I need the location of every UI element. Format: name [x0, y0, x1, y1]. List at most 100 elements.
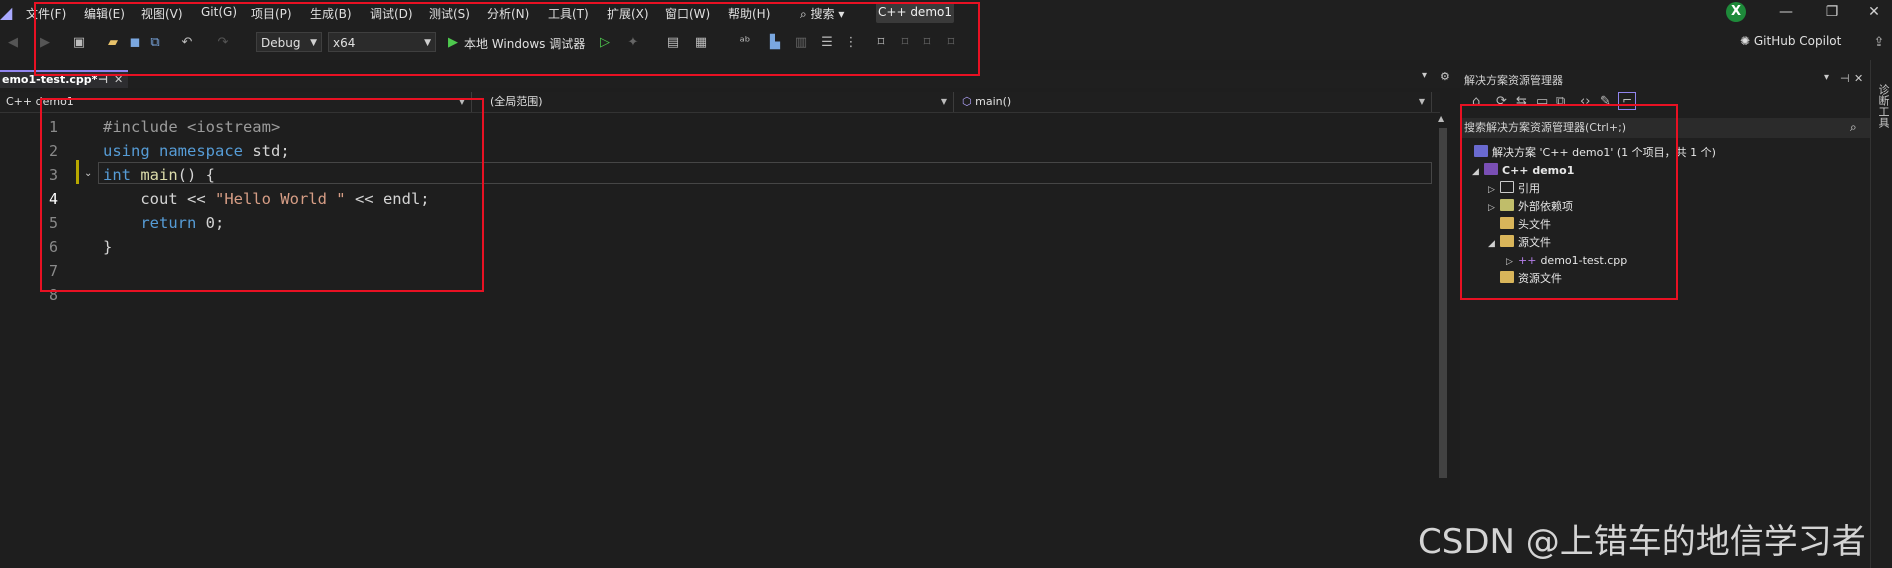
sync-icon[interactable]: ⇆: [1516, 94, 1527, 109]
menu-build[interactable]: 生成(B): [310, 5, 352, 22]
forward-icon[interactable]: ▶: [36, 34, 54, 52]
step-icon[interactable]: ▙: [766, 34, 784, 52]
menu-window[interactable]: 窗口(W): [665, 5, 710, 22]
menu-project[interactable]: 项目(P): [251, 5, 292, 22]
fold-chevron-icon[interactable]: ⌄: [84, 168, 92, 179]
expand-arrow-icon[interactable]: ◢: [1488, 235, 1500, 253]
back-icon[interactable]: ◀: [4, 34, 22, 52]
search-menu[interactable]: ⌕ 搜索 ▾: [800, 5, 844, 22]
layout-icon[interactable]: ▦: [692, 34, 710, 52]
menu-extensions[interactable]: 扩展(X): [607, 5, 649, 22]
start-without-debug-icon[interactable]: ▷: [596, 34, 614, 52]
hot-reload-icon[interactable]: ✦: [624, 34, 642, 52]
menu-analyze[interactable]: 分析(N): [487, 5, 529, 22]
menu-help[interactable]: 帮助(H): [728, 5, 770, 22]
configuration-dropdown[interactable]: Debug ▼: [256, 32, 322, 52]
save-all-icon[interactable]: ⧉: [146, 34, 164, 52]
bookmark-icon[interactable]: ⌑: [872, 34, 890, 52]
menu-view[interactable]: 视图(V): [141, 5, 183, 22]
tree-item-solution[interactable]: 解决方案 'C++ demo1' (1 个项目，共 1 个): [1474, 144, 1716, 162]
collapsed-arrow-icon[interactable]: ▷: [1488, 181, 1500, 199]
scrollbar-thumb[interactable]: [1439, 128, 1447, 478]
settings-gear-icon[interactable]: ⚙: [1440, 70, 1450, 83]
solution-config-icon[interactable]: ▤: [664, 34, 682, 52]
pin-icon[interactable]: ⊣: [98, 72, 108, 87]
menu-git[interactable]: Git(G): [201, 5, 237, 19]
menu-edit[interactable]: 编辑(E): [84, 5, 125, 22]
search-icon[interactable]: ⌕: [1850, 120, 1857, 135]
run-target-label[interactable]: 本地 Windows 调试器: [464, 35, 585, 52]
start-debug-icon[interactable]: ▶: [444, 34, 462, 52]
code-editor[interactable]: 1 2 3 4 5 6 7 8 ⌄ #include <iostream> us…: [0, 114, 1436, 568]
minimize-icon[interactable]: —: [1774, 3, 1798, 21]
collapsed-arrow-icon[interactable]: ▷: [1488, 199, 1500, 217]
open-file-icon[interactable]: ▰: [104, 34, 122, 52]
undo-icon[interactable]: ↶: [178, 34, 196, 52]
external-deps-label: 外部依赖项: [1518, 200, 1573, 213]
breakpoint-window-icon[interactable]: ▥: [792, 34, 810, 52]
next-bookmark-icon[interactable]: ⌑: [918, 34, 936, 52]
external-deps-icon: [1500, 199, 1514, 211]
member-dropdown[interactable]: ⬡ main() ▼: [956, 92, 1432, 112]
show-all-files-icon[interactable]: ⧉: [1556, 94, 1565, 109]
line-number: 5: [48, 214, 58, 232]
account-avatar[interactable]: X: [1726, 2, 1746, 22]
folder-icon: [1500, 235, 1514, 247]
scope-dropdown[interactable]: (全局范围) ▼: [484, 92, 954, 112]
line-number: 6: [48, 238, 58, 256]
solution-name-badge: C++ demo1: [876, 2, 954, 23]
menu-test[interactable]: 测试(S): [429, 5, 470, 22]
github-copilot-button[interactable]: ✺ GitHub Copilot: [1740, 34, 1841, 48]
redo-icon[interactable]: ↷: [214, 34, 232, 52]
line-number: 3: [48, 166, 58, 184]
share-icon[interactable]: ⇪: [1870, 34, 1888, 52]
menu-file[interactable]: 文件(F): [26, 5, 66, 22]
editor-vertical-scrollbar[interactable]: ▲: [1436, 114, 1450, 568]
collapsed-arrow-icon[interactable]: ▷: [1506, 253, 1518, 271]
comment-icon[interactable]: ☰: [818, 34, 836, 52]
preview-selected-icon[interactable]: ⌐: [1618, 92, 1636, 110]
uncomment-icon[interactable]: ⋮: [842, 34, 860, 52]
project-dropdown[interactable]: C++ demo1 ▼: [0, 92, 472, 112]
switch-views-icon[interactable]: ⟳: [1496, 94, 1507, 109]
diagnostic-tools-strip[interactable]: 诊断工具: [1870, 60, 1892, 568]
spell-check-icon[interactable]: ᵃᵇ: [736, 34, 754, 52]
tree-item-demo1-test-cpp[interactable]: ▷ ++ demo1-test.cpp: [1506, 252, 1627, 270]
tree-item-external-deps[interactable]: ▷ 外部依赖项: [1488, 198, 1573, 216]
properties-wrench-icon[interactable]: ✎: [1600, 94, 1611, 109]
prev-bookmark-icon[interactable]: ⌑: [896, 34, 914, 52]
new-project-icon[interactable]: ▣: [70, 34, 88, 52]
expand-arrow-icon[interactable]: ◢: [1472, 163, 1484, 181]
solution-search-input[interactable]: 搜索解决方案资源管理器(Ctrl+;): [1460, 118, 1872, 138]
panel-menu-icon[interactable]: ▾: [1824, 72, 1829, 83]
tree-item-source-files[interactable]: ◢ 源文件: [1488, 234, 1551, 252]
chevron-down-icon: ▼: [458, 97, 465, 106]
tab-list-dropdown-icon[interactable]: ▾: [1422, 70, 1427, 81]
standard-toolbar: ◀ ▶ ▣ ▰ ◼ ⧉ ↶ ↷ Debug ▼ x64 ▼ ▶ 本地 Windows…: [0, 26, 1892, 60]
preview-icon[interactable]: ‹›: [1580, 94, 1590, 109]
menu-debug[interactable]: 调试(D): [370, 5, 413, 22]
cpp-file-icon: ++: [1518, 254, 1537, 267]
close-window-icon[interactable]: ✕: [1862, 3, 1886, 21]
save-icon[interactable]: ◼: [126, 34, 144, 52]
close-icon[interactable]: ✕: [1854, 72, 1863, 85]
home-icon[interactable]: ⌂: [1472, 94, 1480, 109]
tree-item-header-files[interactable]: 头文件: [1500, 216, 1551, 234]
current-line-highlight: [98, 162, 1432, 184]
collapse-all-icon[interactable]: ▭: [1536, 94, 1548, 109]
pin-icon[interactable]: ⊣: [1840, 72, 1850, 85]
close-icon[interactable]: ✕: [114, 72, 123, 87]
restore-icon[interactable]: ❐: [1820, 3, 1844, 21]
tree-item-references[interactable]: ▷ 引用: [1488, 180, 1540, 198]
scroll-up-icon[interactable]: ▲: [1438, 114, 1444, 123]
tree-item-resource-files[interactable]: 资源文件: [1500, 270, 1562, 288]
clear-bookmarks-icon[interactable]: ⌑: [942, 34, 960, 52]
member-cube-icon: ⬡: [962, 95, 972, 108]
tree-item-project[interactable]: ◢ C++ demo1: [1472, 162, 1574, 180]
line-number: 8: [48, 286, 58, 304]
platform-dropdown[interactable]: x64 ▼: [328, 32, 436, 52]
configuration-value: Debug: [261, 36, 301, 50]
menu-tools[interactable]: 工具(T): [548, 5, 589, 22]
tab-demo1-test-cpp[interactable]: emo1-test.cpp* ⊣ ✕: [0, 70, 128, 88]
scope-dropdown-value: (全局范围): [490, 95, 543, 108]
